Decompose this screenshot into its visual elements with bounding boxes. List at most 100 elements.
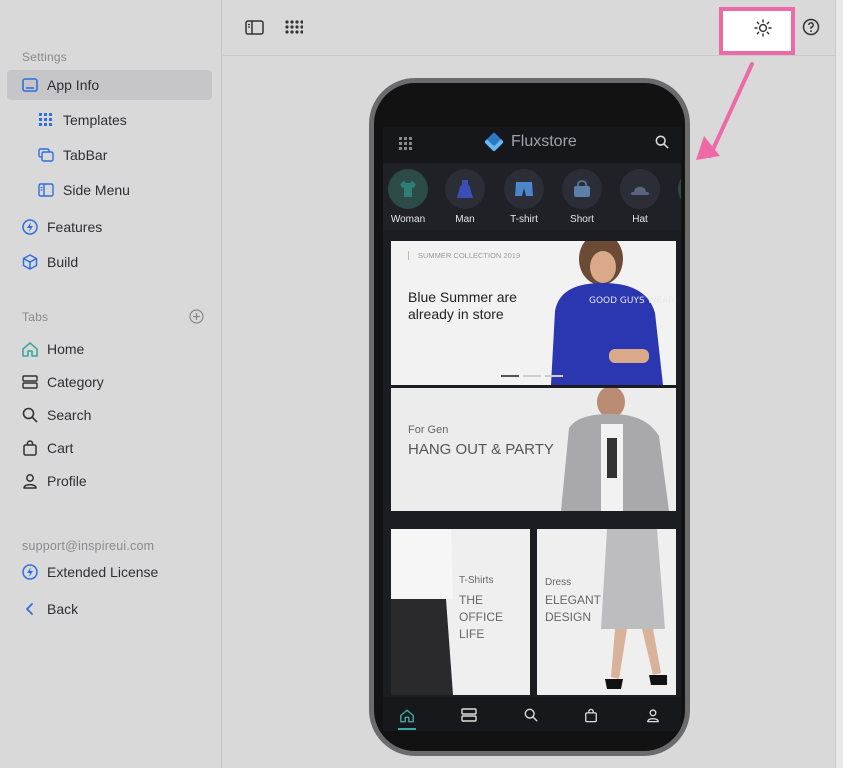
chevron-left-icon [21, 600, 39, 618]
nav-category-icon[interactable] [459, 705, 479, 725]
app-header: Fluxstore [383, 127, 681, 163]
category-man[interactable]: Man [440, 169, 490, 225]
sidebar-item-label: Profile [47, 473, 87, 489]
apps-grid-icon[interactable] [283, 16, 305, 38]
shorts-icon [504, 169, 544, 209]
sidebar-item-label: TabBar [63, 147, 108, 163]
shirt-icon [678, 169, 681, 209]
sidebar-item-search[interactable]: Search [21, 400, 91, 430]
sidebar-item-label: Templates [63, 112, 127, 128]
sidebar: Settings App Info Templates TabBar Side … [0, 0, 222, 768]
toggle-sidebar-icon[interactable] [243, 16, 265, 38]
category-hat[interactable]: Hat [615, 169, 665, 225]
dress-icon [445, 169, 485, 209]
sidebar-item-cart[interactable]: Cart [21, 433, 73, 463]
party-banner[interactable]: For Gen HANG OUT & PARTY [391, 388, 676, 511]
lightning-icon [21, 218, 39, 236]
support-email[interactable]: support@inspireui.com [22, 539, 154, 553]
sidebar-item-build[interactable]: Build [21, 247, 78, 277]
app-logo: Fluxstore [484, 132, 577, 152]
sidebar-item-label: Home [47, 341, 85, 357]
category-more[interactable]: S [673, 169, 681, 225]
handbag-icon [562, 169, 602, 209]
model-dress-image [601, 529, 667, 689]
summer-banner[interactable]: SUMMER COLLECTION 2019 Blue Summer are a… [391, 241, 676, 385]
home-icon [21, 340, 39, 358]
category-label: Man [455, 214, 475, 225]
tabbar-icon [37, 146, 55, 164]
category-label: Short [570, 214, 594, 225]
bag-icon [21, 439, 39, 457]
sidebar-item-app-info[interactable]: App Info [7, 70, 212, 100]
sidebar-item-features[interactable]: Features [21, 212, 102, 242]
nav-profile-icon[interactable] [643, 705, 663, 725]
shirt-icon [388, 169, 428, 209]
sidebar-item-label: Cart [47, 440, 74, 456]
tile-small-text: Dress [545, 577, 572, 588]
model-jacket-image [561, 388, 669, 511]
dress-tile[interactable]: Dress ELEGANT DESIGN [537, 529, 676, 695]
carousel-dots[interactable] [501, 375, 563, 377]
banner-tag: SUMMER COLLECTION 2019 [408, 251, 520, 260]
tile-small-text: T-Shirts [459, 575, 494, 586]
user-icon [21, 472, 39, 490]
grid-icon [37, 111, 55, 129]
sidebar-item-label: Search [47, 407, 92, 423]
sun-icon[interactable] [754, 19, 772, 42]
sidebar-item-tabbar[interactable]: TabBar [37, 140, 107, 170]
banner-small-text: For Gen [408, 424, 449, 436]
tshirts-tile[interactable]: T-Shirts THE OFFICE LIFE [391, 529, 530, 695]
nav-home-icon[interactable] [397, 705, 417, 725]
app-name: Fluxstore [511, 133, 577, 150]
sidebar-item-templates[interactable]: Templates [37, 105, 127, 135]
category-label: Woman [390, 214, 426, 225]
category-icon [21, 373, 39, 391]
category-tshirt[interactable]: T-shirt [499, 169, 549, 225]
banner-big-text: HANG OUT & PARTY [408, 441, 554, 458]
nav-search-icon[interactable] [521, 705, 541, 725]
phone-preview: Fluxstore Woman Man T-shirt Short Hat SU… [369, 78, 690, 756]
category-label: Hat [632, 214, 648, 225]
sidebar-item-label: Side Menu [63, 182, 130, 198]
banner-headline: Blue Summer are already in store [408, 289, 517, 322]
sidebar-item-side-menu[interactable]: Side Menu [37, 175, 130, 205]
category-short[interactable]: Short [557, 169, 607, 225]
app-menu-icon[interactable] [399, 137, 413, 156]
back-label: Back [47, 601, 79, 617]
app-bottom-nav [383, 697, 681, 731]
active-tab-indicator [398, 728, 416, 730]
pointer-arrow-icon [696, 62, 754, 160]
app-search-icon[interactable] [655, 135, 669, 154]
right-edge [835, 0, 843, 768]
app-info-icon [21, 76, 39, 94]
hat-icon [620, 169, 660, 209]
category-label: T-shirt [510, 214, 538, 225]
sidebar-item-label: Build [47, 254, 79, 270]
sidebar-item-home[interactable]: Home [21, 334, 84, 364]
category-woman[interactable]: Woman [383, 169, 433, 225]
theme-toggle-highlight[interactable] [719, 7, 795, 55]
sidebar-item-label: Category [47, 374, 104, 390]
help-icon[interactable] [800, 16, 822, 38]
tile-big-text: THE OFFICE LIFE [459, 593, 503, 641]
sidebar-item-category[interactable]: Category [21, 367, 104, 397]
category-label: S [673, 214, 681, 225]
cube-icon [21, 253, 39, 271]
add-tab-icon[interactable] [189, 309, 204, 324]
side-menu-icon [37, 181, 55, 199]
sidebar-item-label: Features [47, 219, 103, 235]
extended-license-label: Extended License [47, 564, 159, 580]
search-icon [21, 406, 39, 424]
sidebar-item-label: App Info [47, 77, 100, 93]
sidebar-item-profile[interactable]: Profile [21, 466, 87, 496]
model-sweater-image: GOOD GUYS WEAR LEVI'S [551, 241, 676, 385]
category-strip: Woman Man T-shirt Short Hat [383, 164, 681, 230]
app-screen: Fluxstore Woman Man T-shirt Short Hat SU… [383, 127, 681, 731]
nav-cart-icon[interactable] [581, 705, 601, 725]
tabs-section-header: Tabs [22, 310, 49, 324]
settings-section-header: Settings [22, 50, 67, 64]
lightning-icon [21, 563, 39, 581]
extended-license-link[interactable]: Extended License [21, 557, 158, 587]
shirt-print-text: GOOD GUYS WEAR LEVI'S [589, 296, 676, 306]
back-button[interactable]: Back [21, 594, 78, 624]
